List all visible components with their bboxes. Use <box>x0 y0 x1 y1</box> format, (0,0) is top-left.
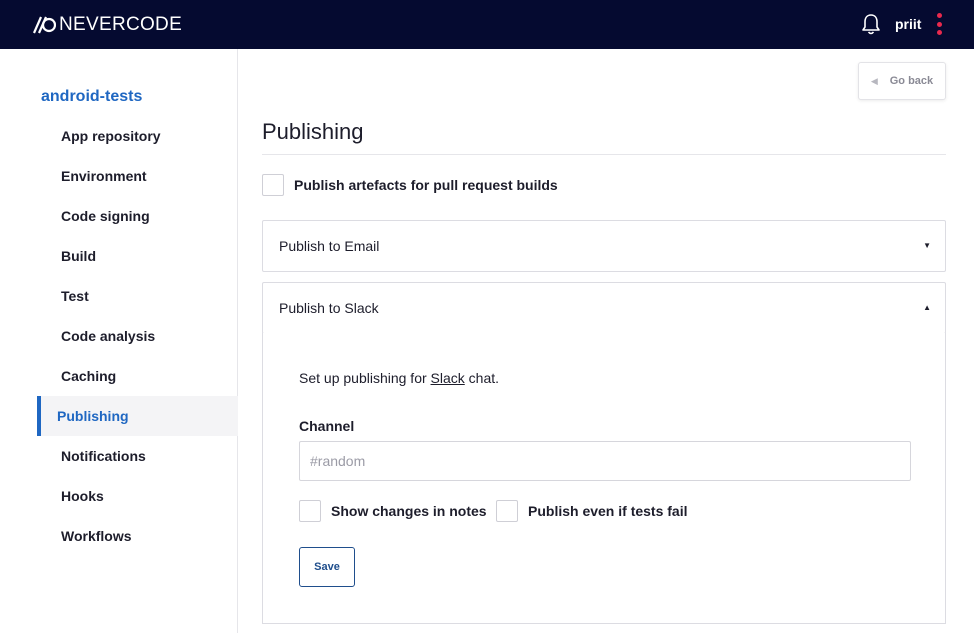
sidebar-item-build[interactable]: Build <box>37 236 238 276</box>
go-back-label: Go back <box>889 75 934 87</box>
caret-up-icon: ▲ <box>923 303 931 312</box>
logo-text: NEVERCODE <box>59 14 183 35</box>
sidebar-item-code-signing[interactable]: Code signing <box>37 196 238 236</box>
bell-icon <box>862 14 880 35</box>
publish-fail-row: Publish even if tests fail <box>496 500 688 522</box>
sidebar-item-app-repository[interactable]: App repository <box>37 116 238 156</box>
show-changes-label[interactable]: Show changes in notes <box>331 503 487 519</box>
kebab-dot <box>936 13 942 18</box>
show-changes-row: Show changes in notes <box>299 500 487 522</box>
sidebar-item-environment[interactable]: Environment <box>37 156 238 196</box>
pr-artefacts-label[interactable]: Publish artefacts for pull request build… <box>294 177 558 193</box>
kebab-dot <box>936 21 942 27</box>
username[interactable]: priit <box>895 15 921 33</box>
channel-label: Channel <box>299 418 355 434</box>
publish-slack-title: Publish to Slack <box>279 300 379 316</box>
page-title: Publishing <box>262 119 364 144</box>
publish-slack-panel-body: Set up publishing for Slack chat. Channe… <box>262 333 946 624</box>
sidebar-item-test[interactable]: Test <box>37 276 238 316</box>
publish-email-title: Publish to Email <box>279 238 380 254</box>
sidebar-item-code-analysis[interactable]: Code analysis <box>37 316 238 356</box>
sidebar-item-notifications[interactable]: Notifications <box>37 436 238 476</box>
chevron-left-icon: ◀ <box>870 75 878 86</box>
settings-nav: App repository Environment Code signing … <box>37 116 238 556</box>
nevercode-logo[interactable]: NEVERCODE <box>32 13 182 37</box>
go-back-button[interactable]: ◀ Go back <box>858 62 946 100</box>
sidebar-item-publishing[interactable]: Publishing <box>37 396 238 436</box>
sidebar-item-hooks[interactable]: Hooks <box>37 476 238 516</box>
kebab-menu-icon[interactable] <box>933 13 945 35</box>
sidebar-item-workflows[interactable]: Workflows <box>37 516 238 556</box>
publish-slack-panel-header[interactable]: Publish to Slack ▲ <box>262 282 946 334</box>
save-button[interactable]: Save <box>299 547 355 587</box>
title-divider <box>262 154 946 155</box>
publish-fail-checkbox[interactable] <box>496 500 518 522</box>
channel-input[interactable] <box>299 441 911 481</box>
project-name[interactable]: android-tests <box>41 88 142 106</box>
slack-intro-text: Set up publishing for Slack chat. <box>299 370 499 386</box>
publish-fail-label[interactable]: Publish even if tests fail <box>528 503 688 519</box>
logo-mark-icon <box>32 16 56 34</box>
publish-email-panel-header[interactable]: Publish to Email ▼ <box>262 220 946 272</box>
intro-text-after: chat. <box>464 370 500 386</box>
sidebar-item-caching[interactable]: Caching <box>37 356 238 396</box>
main-content: ◀ Go back Publishing Publish artefacts f… <box>262 49 946 633</box>
caret-down-icon: ▼ <box>923 241 931 250</box>
kebab-dot <box>936 30 942 35</box>
show-changes-checkbox[interactable] <box>299 500 321 522</box>
intro-text-before: Set up publishing for <box>299 370 431 386</box>
top-bar: NEVERCODE priit <box>0 0 974 49</box>
pr-artefacts-row: Publish artefacts for pull request build… <box>262 174 558 196</box>
slack-link[interactable]: Slack <box>431 370 465 386</box>
settings-sidebar: android-tests App repository Environment… <box>0 49 238 633</box>
pr-artefacts-checkbox[interactable] <box>262 174 284 196</box>
notifications-bell[interactable] <box>861 13 881 40</box>
